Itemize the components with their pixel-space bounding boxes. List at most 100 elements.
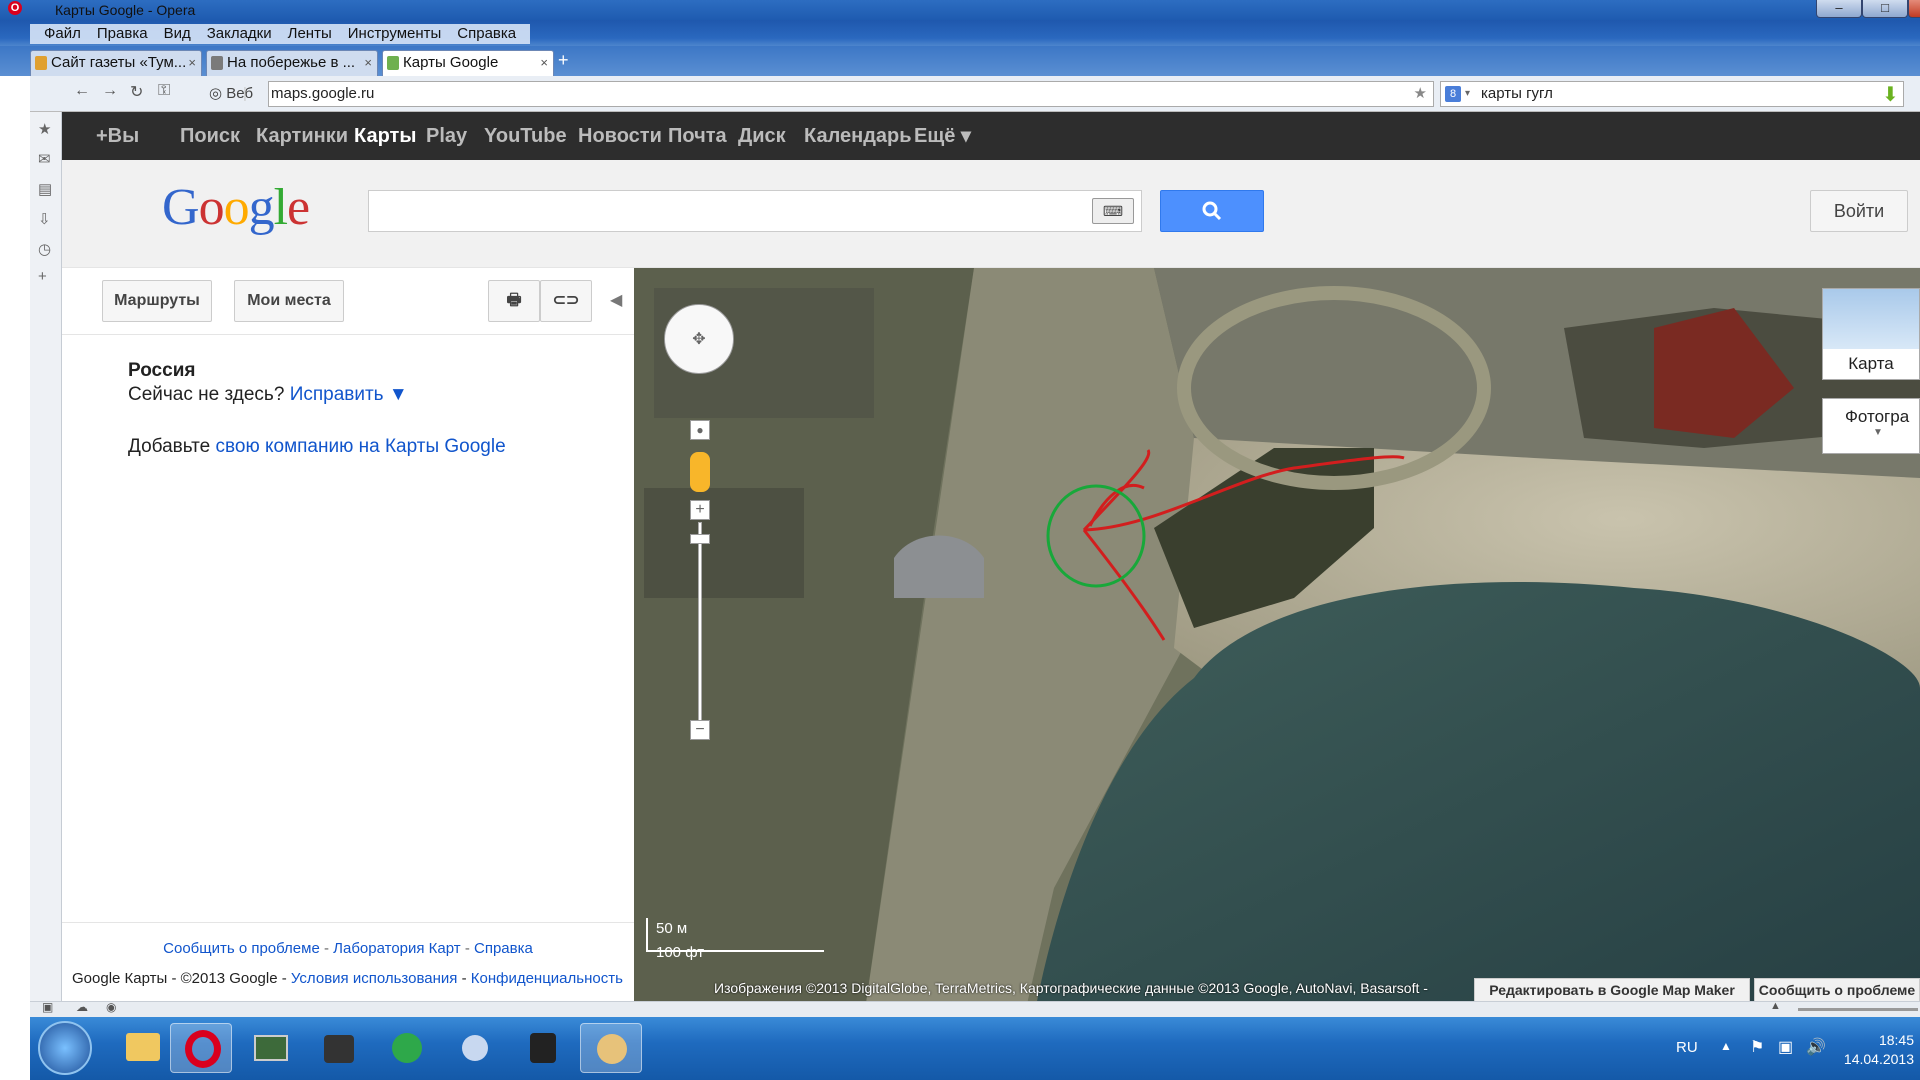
taskbar-clock[interactable]: 18:45 14.04.2013: [1844, 1031, 1914, 1069]
edit-in-map-maker-button[interactable]: Редактировать в Google Map Maker: [1474, 978, 1750, 1002]
search-field[interactable]: 8 ▾ карты гугл: [1440, 81, 1904, 107]
divider: |: [243, 85, 247, 102]
gbar-item[interactable]: Новости: [578, 112, 662, 160]
volume-icon[interactable]: 🔊: [1806, 1037, 1826, 1057]
paint-palette-icon: [597, 1034, 627, 1064]
key-icon[interactable]: ⚿: [158, 82, 170, 100]
dropdown-icon[interactable]: ▾: [1465, 82, 1470, 106]
gbar-item[interactable]: Поиск: [180, 112, 240, 160]
my-places-button[interactable]: Мои места: [234, 280, 344, 322]
menu-item[interactable]: Правка: [89, 24, 156, 44]
gbar-item[interactable]: Диск: [738, 112, 786, 160]
mail-icon[interactable]: ✉: [38, 150, 51, 168]
menu-item[interactable]: Файл: [36, 24, 89, 44]
map-type-photos[interactable]: Фотогра ▼: [1822, 398, 1920, 454]
satellite-imagery[interactable]: [634, 268, 1920, 1017]
menu-item[interactable]: Инструменты: [340, 24, 450, 44]
menu-item[interactable]: Вид: [156, 24, 199, 44]
opera-taskbar-icon[interactable]: [170, 1023, 232, 1073]
report-problem-button[interactable]: Сообщить о проблеме: [1754, 978, 1920, 1002]
maps-labs-link[interactable]: Лаборатория Карт: [333, 940, 461, 957]
paint-taskbar-icon[interactable]: [580, 1023, 642, 1073]
satellite-map[interactable]: ✥ ● + − Карта Фотогра ▼ 50 м 100 фт Изобр…: [634, 268, 1920, 1017]
bookmark-star-icon[interactable]: ★: [1414, 82, 1427, 106]
menu-item[interactable]: Справка: [449, 24, 524, 44]
zoom-in-button[interactable]: +: [690, 500, 710, 520]
pegman-icon[interactable]: [690, 452, 710, 492]
network-icon[interactable]: ▣: [1778, 1037, 1793, 1057]
back-icon[interactable]: ←: [74, 82, 90, 100]
tab-coast[interactable]: На побережье в ... ×: [206, 50, 378, 76]
tab-newspaper[interactable]: Сайт газеты «Тум... ×: [30, 50, 202, 76]
gbar-item[interactable]: Play: [426, 112, 467, 160]
audio-taskbar-icon[interactable]: [512, 1023, 574, 1073]
tab-close-button[interactable]: ×: [540, 51, 548, 75]
print-button[interactable]: 🖶: [488, 280, 540, 322]
gbar-item[interactable]: Карты: [354, 112, 416, 160]
menu-item[interactable]: Закладки: [199, 24, 280, 44]
download-icon[interactable]: ⬇: [1882, 82, 1902, 106]
tab-close-button[interactable]: ×: [188, 51, 196, 75]
zoom-out-button[interactable]: −: [690, 720, 710, 740]
report-problem-link[interactable]: Сообщить о проблеме: [163, 940, 320, 957]
start-button[interactable]: [38, 1021, 92, 1075]
download-manager-taskbar-icon[interactable]: [376, 1023, 438, 1073]
explorer-taskbar-icon[interactable]: [112, 1023, 174, 1073]
camera-taskbar-icon[interactable]: [308, 1023, 370, 1073]
maps-search-input[interactable]: [368, 190, 1142, 232]
bookmarks-star-icon[interactable]: ★: [38, 120, 51, 138]
menu-item[interactable]: Ленты: [280, 24, 340, 44]
map-type-map[interactable]: Карта: [1822, 288, 1920, 380]
signin-button[interactable]: Войти: [1810, 190, 1908, 232]
close-window-button[interactable]: ×: [1908, 0, 1920, 18]
privacy-link[interactable]: Конфиденциальность: [471, 970, 623, 987]
not-here-text: Сейчас не здесь?: [128, 384, 285, 405]
zoom-reset-icon[interactable]: ●: [690, 420, 710, 440]
add-panel-icon[interactable]: +: [38, 268, 47, 285]
collapse-panel-icon[interactable]: ◀: [610, 290, 622, 310]
history-clock-icon[interactable]: ◷: [38, 240, 51, 258]
zoom-up-icon[interactable]: ▲: [1770, 1000, 1781, 1012]
search-value: карты гугл: [1481, 85, 1553, 102]
media-taskbar-icon[interactable]: [444, 1023, 506, 1073]
keyboard-icon[interactable]: ⌨: [1092, 198, 1134, 224]
pan-control[interactable]: ✥: [664, 304, 734, 374]
turbo-icon[interactable]: ☁: [76, 1000, 88, 1014]
gbar-item[interactable]: YouTube: [484, 112, 567, 160]
zoom-slider-track[interactable]: [698, 522, 702, 722]
add-business-link[interactable]: свою компанию на Карты Google: [216, 436, 506, 457]
terms-link[interactable]: Условия использования: [291, 970, 458, 987]
panel-toggle-icon[interactable]: ▣: [42, 1000, 53, 1014]
google-logo[interactable]: Google: [162, 178, 310, 237]
routes-button[interactable]: Маршруты: [102, 280, 212, 322]
search-icon: [1202, 201, 1222, 221]
help-link[interactable]: Справка: [474, 940, 533, 957]
maximize-button[interactable]: □: [1862, 0, 1908, 18]
fix-location-link[interactable]: Исправить ▼: [290, 384, 408, 405]
camera-icon: [324, 1035, 354, 1063]
link-button[interactable]: ⊂⊃: [540, 280, 592, 322]
monitor-taskbar-icon[interactable]: [240, 1023, 302, 1073]
tray-expand-icon[interactable]: ▲: [1720, 1039, 1732, 1053]
page-zoom-slider[interactable]: [1798, 1008, 1918, 1011]
notes-icon[interactable]: ▤: [38, 180, 52, 198]
tab-close-button[interactable]: ×: [364, 51, 372, 75]
minimize-button[interactable]: –: [1816, 0, 1862, 18]
gbar-item[interactable]: Календарь: [804, 112, 912, 160]
language-indicator[interactable]: RU: [1676, 1039, 1698, 1056]
flag-icon[interactable]: ⚑: [1750, 1037, 1764, 1057]
unite-icon[interactable]: ◉: [106, 1000, 116, 1014]
gbar-item[interactable]: Картинки: [256, 112, 348, 160]
gbar-item[interactable]: Почта: [668, 112, 727, 160]
forward-icon[interactable]: →: [102, 82, 118, 100]
downloads-panel-icon[interactable]: ⇩: [38, 210, 51, 228]
gbar-item[interactable]: Ещё ▾: [914, 112, 971, 160]
tab-google-maps[interactable]: Карты Google ×: [382, 50, 554, 76]
search-button[interactable]: [1160, 190, 1264, 232]
address-field[interactable]: ◎ Веб | maps.google.ru ★: [209, 81, 1434, 107]
new-tab-button[interactable]: +: [558, 50, 569, 71]
gbar-item[interactable]: +Вы: [96, 112, 139, 160]
zoom-slider-handle[interactable]: [690, 534, 710, 544]
reload-icon[interactable]: ↻: [130, 82, 143, 102]
google-search-engine-icon[interactable]: 8: [1445, 86, 1461, 102]
